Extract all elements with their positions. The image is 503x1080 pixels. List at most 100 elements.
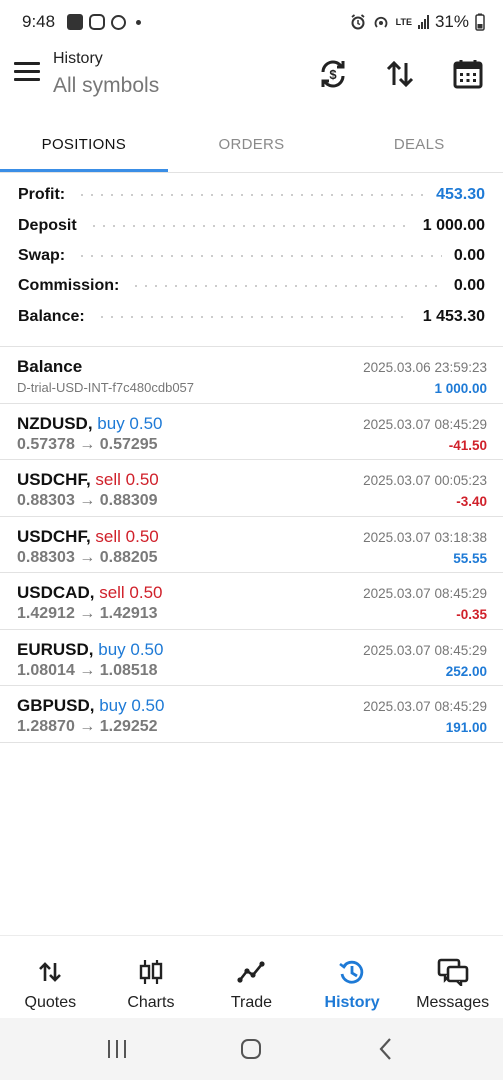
tab-deals[interactable]: DEALS <box>335 116 503 172</box>
deal-side: buy 0.50 <box>98 639 164 659</box>
calendar-icon[interactable] <box>448 54 488 94</box>
summary-value: 0.00 <box>453 246 485 264</box>
deal-side: sell 0.50 <box>95 470 159 489</box>
deal-row[interactable]: USDCAD, sell 0.50 1.42912 → 1.42913 2025… <box>0 573 503 630</box>
nav-charts[interactable]: Charts <box>101 936 202 1018</box>
deal-symbol: USDCHF, <box>17 470 91 489</box>
status-right: LTE 31% <box>350 12 485 32</box>
nav-trade[interactable]: Trade <box>201 936 302 1018</box>
summary-value: 1 000.00 <box>422 216 485 234</box>
nav-label: Messages <box>416 994 490 1011</box>
balance-entry[interactable]: Balance D-trial-USD-INT-f7c480cdb057 202… <box>0 347 503 404</box>
tabs-divider <box>0 172 503 173</box>
summary-label: Deposit <box>18 216 77 234</box>
nav-label: Charts <box>127 994 175 1011</box>
currency-exchange-icon[interactable]: $ <box>313 54 353 94</box>
summary-value: 0.00 <box>453 277 485 295</box>
deal-title: GBPUSD, buy 0.50 <box>17 696 164 716</box>
deal-symbol: NZDUSD, <box>17 413 93 433</box>
deal-side: buy 0.50 <box>99 696 165 715</box>
trade-line-icon <box>237 958 266 986</box>
deal-time: 2025.03.07 03:18:38 <box>363 529 487 545</box>
deal-profit: 252.00 <box>445 663 487 679</box>
deal-symbol: USDCAD, <box>17 583 95 602</box>
dotted-leader <box>96 315 411 318</box>
deal-side: sell 0.50 <box>99 583 163 602</box>
symbol-filter[interactable]: All symbols <box>53 74 159 98</box>
deal-prices: 0.88303 → 0.88205 <box>17 548 158 566</box>
status-left: 9:48 <box>22 12 142 32</box>
app-notification-icon <box>111 14 127 30</box>
deal-profit: 191.00 <box>445 720 487 735</box>
messages-icon <box>437 958 469 986</box>
tab-positions[interactable]: POSITIONS <box>0 116 168 172</box>
summary-label: Commission: <box>18 277 120 295</box>
signal-icon <box>417 15 429 29</box>
dotted-leader <box>88 224 411 227</box>
deal-side: sell 0.50 <box>95 526 159 546</box>
deal-title: NZDUSD, buy 0.50 <box>17 414 163 434</box>
hotspot-icon <box>374 16 387 28</box>
deal-row[interactable]: GBPUSD, buy 0.50 1.28870 → 1.29252 2025.… <box>0 686 503 743</box>
dotted-leader <box>77 194 425 197</box>
summary-row-commission: Commission: 0.00 <box>0 271 503 301</box>
recent-apps-icon[interactable] <box>97 1029 137 1069</box>
more-notifications-dot-icon <box>136 19 142 25</box>
bottom-nav: Quotes Charts Trade History Messages <box>0 935 503 1018</box>
nav-label: Trade <box>230 994 273 1011</box>
deal-profit: -3.40 <box>456 494 487 509</box>
summary-value: 1 453.30 <box>422 307 485 325</box>
home-icon[interactable] <box>231 1029 271 1069</box>
deal-side: buy 0.50 <box>97 413 163 433</box>
deal-time: 2025.03.07 08:45:29 <box>363 416 487 432</box>
deal-symbol: GBPUSD, <box>17 696 95 715</box>
tab-orders[interactable]: ORDERS <box>168 116 336 172</box>
deal-time: 2025.03.07 08:45:29 <box>363 699 487 714</box>
battery-icon <box>475 13 485 31</box>
nav-messages[interactable]: Messages <box>402 936 503 1018</box>
status-time: 9:48 <box>22 12 56 31</box>
summary-label: Swap: <box>18 246 66 264</box>
summary-row-swap: Swap: 0.00 <box>0 241 503 271</box>
history-tabs: POSITIONS ORDERS DEALS <box>0 116 503 172</box>
alarm-icon <box>351 14 365 30</box>
summary-value: 453.30 <box>436 186 485 204</box>
lte-indicator: LTE <box>395 16 412 27</box>
deal-row[interactable]: EURUSD, buy 0.50 1.08014 → 1.08518 2025.… <box>0 630 503 686</box>
summary-row-profit: Profit: 453.30 <box>0 180 503 210</box>
battery-percent: 31% <box>434 12 469 31</box>
back-icon[interactable] <box>366 1029 406 1069</box>
nav-history[interactable]: History <box>302 936 403 1018</box>
deal-prices: 0.57378 → 0.57295 <box>17 435 158 453</box>
summary-row-balance: Balance: 1 453.30 <box>0 302 503 332</box>
deal-time: 2025.03.07 00:05:23 <box>363 473 487 488</box>
account-summary: Profit: 453.30 Deposit 1 000.00 Swap: 0.… <box>0 180 503 332</box>
quotes-icon <box>38 958 62 986</box>
deal-profit: 55.55 <box>453 550 487 566</box>
deal-prices: 1.08014 → 1.08518 <box>17 661 158 679</box>
balance-amount: 1 000.00 <box>434 381 487 396</box>
status-bar: 9:48 LTE 31% <box>0 0 503 44</box>
deal-title: USDCHF, sell 0.50 <box>17 470 159 490</box>
sort-icon[interactable] <box>380 54 420 94</box>
deal-row[interactable]: USDCHF, sell 0.50 0.88303 → 0.88309 2025… <box>0 460 503 517</box>
deal-row[interactable]: NZDUSD, buy 0.50 0.57378 → 0.57295 2025.… <box>0 404 503 460</box>
gallery-notification-icon <box>67 14 84 30</box>
summary-row-deposit: Deposit 1 000.00 <box>0 210 503 240</box>
svg-text:$: $ <box>329 67 337 82</box>
history-icon <box>338 958 366 986</box>
nav-quotes[interactable]: Quotes <box>0 936 101 1018</box>
deal-profit: -41.50 <box>448 437 487 453</box>
menu-icon[interactable] <box>14 62 40 84</box>
deal-profit: -0.35 <box>456 607 487 622</box>
dotted-leader <box>77 254 442 257</box>
summary-label: Profit: <box>18 186 66 204</box>
summary-label: Balance: <box>18 307 85 325</box>
deal-time: 2025.03.07 08:45:29 <box>363 586 487 601</box>
deal-prices: 0.88303 → 0.88309 <box>17 492 158 509</box>
deal-time: 2025.03.06 23:59:23 <box>363 360 487 375</box>
deal-time: 2025.03.07 08:45:29 <box>363 642 487 658</box>
balance-title: Balance <box>17 357 83 376</box>
deal-row[interactable]: USDCHF, sell 0.50 0.88303 → 0.88205 2025… <box>0 517 503 573</box>
deal-prices: 1.28870 → 1.29252 <box>17 718 158 735</box>
